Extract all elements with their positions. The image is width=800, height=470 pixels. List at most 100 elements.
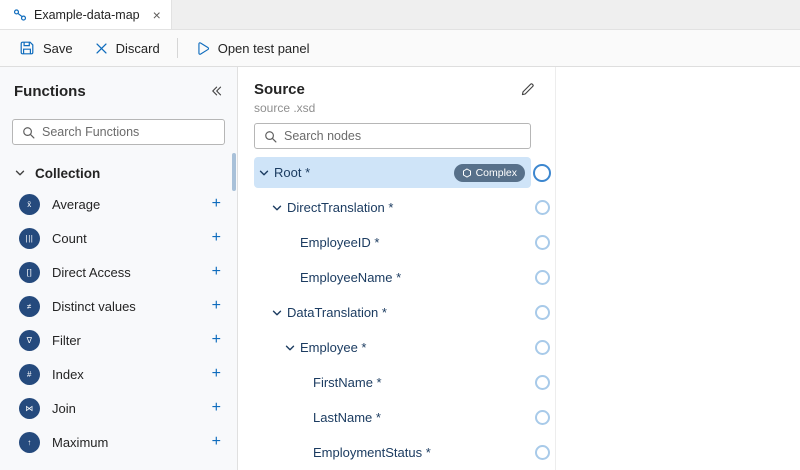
function-item-count[interactable]: ||| Count + xyxy=(0,221,237,255)
functions-scrollbar[interactable] xyxy=(232,153,236,191)
discard-label: Discard xyxy=(116,41,160,56)
function-item-maximum[interactable]: ↑ Maximum + xyxy=(0,425,237,459)
connector-circle[interactable] xyxy=(535,340,550,355)
tree-node-label: Root * xyxy=(274,165,310,180)
source-panel: Source source .xsd Root * Complex DirectTr… xyxy=(238,67,556,470)
function-item-join[interactable]: ⋈ Join + xyxy=(0,391,237,425)
tree-node-root[interactable]: Root * Complex xyxy=(238,155,555,190)
add-function-button[interactable]: + xyxy=(212,400,221,416)
group-header-collection[interactable]: Collection xyxy=(0,163,237,183)
add-function-button[interactable]: + xyxy=(212,434,221,450)
tree-node-firstname[interactable]: FirstName * xyxy=(238,365,555,400)
complex-type-icon xyxy=(462,168,472,178)
connector-circle[interactable] xyxy=(533,164,551,182)
add-function-button[interactable]: + xyxy=(212,366,221,382)
count-icon: ||| xyxy=(19,228,40,249)
connector-circle[interactable] xyxy=(535,375,550,390)
toolbar: Save Discard Open test panel xyxy=(0,30,800,67)
discard-button[interactable]: Discard xyxy=(84,35,171,62)
connector-circle[interactable] xyxy=(535,270,550,285)
save-label: Save xyxy=(43,41,73,56)
chevron-down-icon xyxy=(14,167,26,179)
function-label: Filter xyxy=(52,333,200,348)
function-label: Direct Access xyxy=(52,265,200,280)
function-item-average[interactable]: x̄ Average + xyxy=(0,187,237,221)
chevron-down-icon[interactable] xyxy=(271,202,283,214)
double-chevron-left-icon[interactable] xyxy=(209,84,223,98)
map-canvas[interactable] xyxy=(556,67,800,470)
tab-close-icon[interactable]: × xyxy=(153,8,161,22)
functions-search[interactable] xyxy=(12,119,225,145)
distinct-values-icon: ≠ xyxy=(19,296,40,317)
nodes-search[interactable] xyxy=(254,123,531,149)
function-item-filter[interactable]: ∇Filter+ xyxy=(0,323,237,357)
tree-node-datatranslation[interactable]: DataTranslation * xyxy=(238,295,555,330)
tree-node-label: EmployeeID * xyxy=(300,235,379,250)
add-function-button[interactable]: + xyxy=(212,230,221,246)
function-label: Count xyxy=(52,231,200,246)
tab-example-data-map[interactable]: Example-data-map × xyxy=(0,0,172,29)
connector-circle[interactable] xyxy=(535,410,550,425)
tree-node-employmentstatus[interactable]: EmploymentStatus * xyxy=(238,435,555,470)
open-test-panel-label: Open test panel xyxy=(218,41,310,56)
function-label: Maximum xyxy=(52,435,200,450)
function-label: Average xyxy=(52,197,200,212)
main-area: Functions Collection xyxy=(0,67,800,470)
tree-node-lastname[interactable]: LastName * xyxy=(238,400,555,435)
tree-node-label: DirectTranslation * xyxy=(287,200,393,215)
add-function-button[interactable]: + xyxy=(212,298,221,314)
function-list: x̄Average+|||Count+[]Direct Access+≠Dist… xyxy=(0,187,237,459)
toolbar-separator xyxy=(177,38,178,58)
tree-node-directtranslation[interactable]: DirectTranslation * xyxy=(238,190,555,225)
tree-node-label: FirstName * xyxy=(313,375,382,390)
functions-panel: Functions Collection xyxy=(0,67,238,470)
tree-node-employeename[interactable]: EmployeeName * xyxy=(238,260,555,295)
functions-search-input[interactable] xyxy=(42,125,215,139)
search-icon xyxy=(22,126,35,139)
source-subtitle: source .xsd xyxy=(238,99,555,115)
pencil-icon[interactable] xyxy=(520,82,535,97)
tree-node-label: LastName * xyxy=(313,410,381,425)
tree-node-label: EmployeeName * xyxy=(300,270,401,285)
tree-node-label: Employee * xyxy=(300,340,366,355)
average-icon: x̄ xyxy=(19,194,40,215)
group-label: Collection xyxy=(35,166,100,181)
nodes-search-input[interactable] xyxy=(284,129,521,143)
chevron-down-icon[interactable] xyxy=(258,167,270,179)
add-function-button[interactable]: + xyxy=(212,332,221,348)
chevron-down-icon[interactable] xyxy=(284,342,296,354)
index-icon: # xyxy=(19,364,40,385)
source-title: Source xyxy=(254,81,305,98)
tab-bar: Example-data-map × xyxy=(0,0,800,30)
search-icon xyxy=(264,130,277,143)
open-test-panel-button[interactable]: Open test panel xyxy=(184,35,321,62)
complex-badge: Complex xyxy=(454,164,525,182)
connector-circle[interactable] xyxy=(535,445,550,460)
connector-circle[interactable] xyxy=(535,200,550,215)
function-label: Join xyxy=(52,401,200,416)
save-button[interactable]: Save xyxy=(8,34,84,62)
save-icon xyxy=(19,40,35,56)
connector-circle[interactable] xyxy=(535,235,550,250)
tree-node-label: EmploymentStatus * xyxy=(313,445,431,460)
function-label: Index xyxy=(52,367,200,382)
function-item-direct-access[interactable]: []Direct Access+ xyxy=(0,255,237,289)
datamap-icon xyxy=(13,8,27,22)
badge-label: Complex xyxy=(476,167,517,179)
function-item-distinct-values[interactable]: ≠ Distinct values + xyxy=(0,289,237,323)
functions-title: Functions xyxy=(14,83,86,100)
function-label: Distinct values xyxy=(52,299,200,314)
tree-node-employeeid[interactable]: EmployeeID * xyxy=(238,225,555,260)
add-function-button[interactable]: + xyxy=(212,196,221,212)
tree-node-employee[interactable]: Employee * xyxy=(238,330,555,365)
function-item-index[interactable]: # Index + xyxy=(0,357,237,391)
maximum-icon: ↑ xyxy=(19,432,40,453)
tab-title: Example-data-map xyxy=(34,8,140,22)
join-icon: ⋈ xyxy=(19,398,40,419)
source-tree: Root * Complex DirectTranslation * Employee… xyxy=(238,155,555,470)
dismiss-icon xyxy=(95,42,108,55)
connector-circle[interactable] xyxy=(535,305,550,320)
add-function-button[interactable]: + xyxy=(212,264,221,280)
play-icon xyxy=(195,41,210,56)
chevron-down-icon[interactable] xyxy=(271,307,283,319)
